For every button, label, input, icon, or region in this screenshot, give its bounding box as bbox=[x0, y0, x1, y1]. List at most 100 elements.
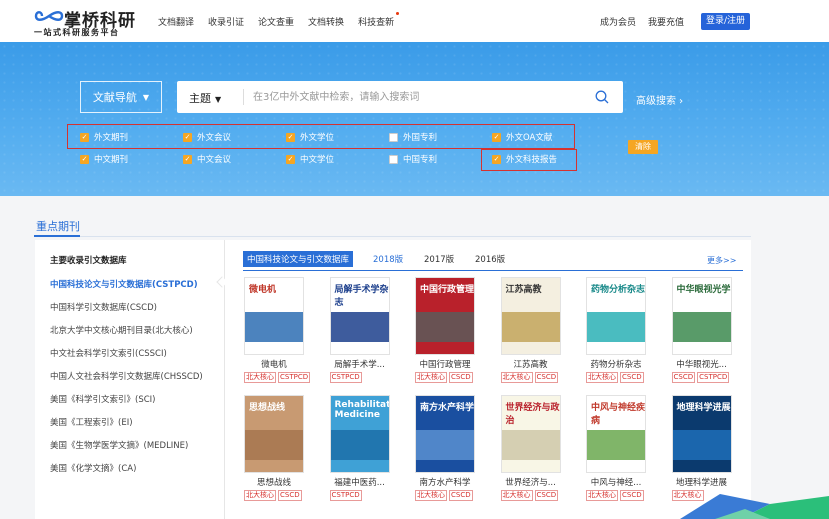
journal-cover[interactable]: 思想战线 bbox=[244, 395, 304, 473]
journal-cover[interactable]: 中华眼视光学 bbox=[671, 277, 732, 355]
sidebar-item-6[interactable]: 美国《工程索引》(EI) bbox=[50, 416, 133, 428]
become-member-link[interactable]: 成为会员 bbox=[600, 15, 636, 28]
sidebar-item-5[interactable]: 美国《科学引文索引》(SCI) bbox=[50, 393, 155, 405]
nav-doc-convert[interactable]: 文档转换 bbox=[308, 15, 344, 28]
highlight-box-foreign bbox=[67, 124, 575, 149]
search-type-dropdown[interactable]: 主题 ▼ bbox=[189, 90, 221, 106]
featured-journals-title: 重点期刊 bbox=[36, 220, 80, 233]
journal-tags: CSTPCD bbox=[329, 372, 394, 383]
journal-name[interactable]: 世界经济与... bbox=[501, 476, 561, 488]
journal-item[interactable]: 中风与神经疾病中风与神经... 北大核心 CSCD bbox=[586, 395, 650, 501]
tabs-underline bbox=[243, 270, 743, 271]
journal-cover[interactable]: 中国行政管理 bbox=[415, 277, 475, 355]
journal-name[interactable]: 微电机 bbox=[244, 358, 304, 370]
cover-title: 局解手术学杂志 bbox=[334, 285, 389, 308]
index-badge: CSCD bbox=[278, 490, 302, 501]
journals-card: 主要收录引文数据库 中国科技论文与引文数据库(CSTPCD) 中国科学引文数据库(… bbox=[35, 240, 751, 519]
journal-tags: 北大核心 CSCD bbox=[586, 490, 650, 501]
journal-name[interactable]: 福建中医药... bbox=[330, 476, 390, 488]
journal-item[interactable]: Rehabilitation Medicine 福建中医药... CSTPCD bbox=[329, 395, 394, 501]
filter-label: 中国专利 bbox=[403, 155, 438, 165]
journal-item[interactable]: 江苏高教 江苏高教 北大核心 CSCD bbox=[500, 277, 565, 383]
chinese-filter-0[interactable]: ✓ 中文期刊 bbox=[80, 153, 128, 165]
chinese-filter-1[interactable]: ✓ 中文会议 bbox=[183, 153, 231, 165]
tab-1[interactable]: 2018版 bbox=[373, 253, 403, 265]
nav-citation[interactable]: 收录引证 bbox=[208, 15, 244, 28]
tab-3[interactable]: 2016版 bbox=[475, 253, 505, 265]
cover-title: 地理科学进展 bbox=[676, 403, 731, 413]
nav-plagiarism-check[interactable]: 论文查重 bbox=[258, 15, 294, 28]
index-badge: CSCD bbox=[671, 372, 696, 383]
tab-0[interactable]: 中国科技论文与引文数据库 bbox=[243, 251, 354, 267]
cover-title: 中风与神经疾病 bbox=[591, 403, 646, 426]
journal-item[interactable]: 药物分析杂志 药物分析杂志 北大核心 CSCD bbox=[586, 277, 650, 383]
sidebar-item-4[interactable]: 中国人文社会科学引文数据库(CHSSCD) bbox=[50, 370, 203, 382]
checkbox-unchecked-icon[interactable] bbox=[389, 154, 398, 164]
journal-item[interactable]: 局解手术学杂志局解手术学... CSTPCD bbox=[329, 277, 394, 383]
cover-title: 世界经济与政治 bbox=[505, 403, 560, 426]
journal-tags: 北大核心 CSCD bbox=[415, 490, 479, 501]
cover-graphic bbox=[245, 430, 303, 460]
journal-name[interactable]: 中国行政管理 bbox=[415, 358, 475, 370]
journal-name[interactable]: 南方水产科学 bbox=[415, 476, 475, 488]
journal-name[interactable]: 药物分析杂志 bbox=[586, 358, 646, 370]
chinese-filter-3[interactable]: 中国专利 bbox=[389, 153, 437, 165]
journal-cover[interactable]: 世界经济与政治 bbox=[500, 395, 561, 473]
literature-nav-dropdown[interactable]: 文献导航 ▼ bbox=[80, 81, 162, 113]
journal-name[interactable]: 中华眼视光... bbox=[672, 358, 732, 370]
journal-item[interactable]: 中华眼视光学中华眼视光... CSCD CSTPCD bbox=[671, 277, 736, 383]
more-journals-link[interactable]: 更多>> bbox=[707, 255, 736, 266]
journal-item[interactable]: 思想战线 思想战线 北大核心 CSCD bbox=[244, 395, 308, 501]
sidebar-item-0[interactable]: 中国科技论文与引文数据库(CSTPCD) bbox=[50, 278, 198, 290]
sidebar-item-1[interactable]: 中国科学引文数据库(CSCD) bbox=[50, 301, 157, 313]
cover-title: 微电机 bbox=[249, 285, 277, 295]
cover-graphic bbox=[587, 430, 645, 460]
search-type-label: 主题 bbox=[189, 92, 211, 105]
index-badge: 北大核心 bbox=[500, 372, 533, 383]
journal-cover[interactable]: 药物分析杂志 bbox=[586, 277, 646, 355]
chinese-filter-2[interactable]: ✓ 中文学位 bbox=[286, 153, 334, 165]
journal-cover[interactable]: Rehabilitation Medicine bbox=[329, 395, 390, 473]
journal-tags: 北大核心 CSCD bbox=[244, 490, 308, 501]
sidebar-item-2[interactable]: 北京大学中文核心期刊目录(北大核心) bbox=[50, 324, 193, 336]
journal-name[interactable]: 江苏高教 bbox=[501, 358, 561, 370]
search-divider bbox=[243, 89, 244, 105]
checkbox-checked-icon[interactable]: ✓ bbox=[183, 154, 192, 164]
journal-item[interactable]: 中国行政管理 中国行政管理 北大核心 CSCD bbox=[415, 277, 479, 383]
cover-graphic bbox=[672, 430, 731, 460]
recharge-link[interactable]: 我要充值 bbox=[648, 15, 684, 28]
journal-name[interactable]: 思想战线 bbox=[244, 476, 304, 488]
journal-tags: CSCD CSTPCD bbox=[671, 372, 736, 383]
journal-item[interactable]: 微电机 微电机 北大核心 CSTPCD bbox=[244, 277, 311, 383]
checkbox-checked-icon[interactable]: ✓ bbox=[80, 154, 89, 164]
tab-2[interactable]: 2017版 bbox=[424, 253, 454, 265]
journal-cover[interactable]: 微电机 bbox=[244, 277, 304, 355]
advanced-search-link[interactable]: 高级搜索 › bbox=[636, 92, 683, 107]
cover-graphic bbox=[245, 312, 303, 342]
clear-filters-button[interactable]: 清除 bbox=[628, 140, 658, 154]
search-input[interactable] bbox=[253, 88, 573, 106]
index-badge: 北大核心 bbox=[500, 490, 533, 501]
index-badge: CSCD bbox=[449, 372, 473, 383]
journal-name[interactable]: 中风与神经... bbox=[586, 476, 646, 488]
journal-item[interactable]: 世界经济与政治 世界经济与... 北大核心 CSCD bbox=[500, 395, 565, 501]
journal-cover[interactable]: 南方水产科学 bbox=[415, 395, 475, 473]
sidebar-item-8[interactable]: 美国《化学文摘》(CA) bbox=[50, 462, 136, 474]
site-logo[interactable]: 掌桥科研 一站式科研服务平台 bbox=[34, 6, 144, 38]
login-register-button[interactable]: 登录/注册 bbox=[701, 13, 750, 30]
nav-translate[interactable]: 文档翻译 bbox=[158, 15, 194, 28]
index-badge: 北大核心 bbox=[586, 490, 618, 501]
sidebar-item-7[interactable]: 美国《生物学医学文摘》(MEDLINE) bbox=[50, 439, 188, 451]
journal-cover[interactable]: 地理科学进展 bbox=[671, 395, 732, 473]
journal-item[interactable]: 南方水产科学 南方水产科学 北大核心 CSCD bbox=[415, 395, 479, 501]
journal-cover[interactable]: 江苏高教 bbox=[500, 277, 561, 355]
search-icon[interactable] bbox=[595, 90, 609, 104]
sidebar-item-3[interactable]: 中文社会科学引文索引(CSSCI) bbox=[50, 347, 167, 359]
journal-cover[interactable]: 局解手术学杂志 bbox=[329, 277, 390, 355]
index-badge: CSCD bbox=[620, 490, 644, 501]
journal-tags: 北大核心 CSCD bbox=[415, 372, 479, 383]
nav-novelty-search[interactable]: 科技查新 bbox=[358, 12, 400, 28]
journal-name[interactable]: 局解手术学... bbox=[330, 358, 390, 370]
journal-cover[interactable]: 中风与神经疾病 bbox=[586, 395, 646, 473]
checkbox-checked-icon[interactable]: ✓ bbox=[286, 154, 295, 164]
